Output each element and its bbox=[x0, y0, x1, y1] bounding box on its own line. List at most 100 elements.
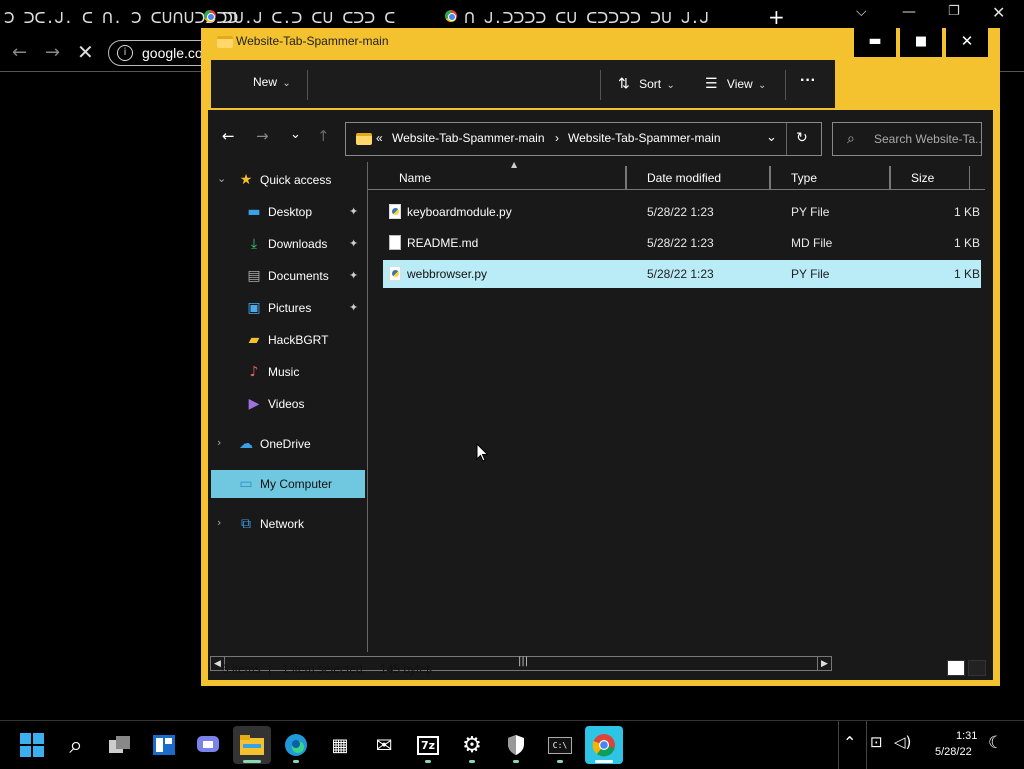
windows-start-icon[interactable] bbox=[13, 726, 51, 764]
divider bbox=[866, 721, 867, 769]
7zip-label: 7z bbox=[416, 735, 440, 755]
chrome-icon[interactable] bbox=[585, 726, 623, 764]
nav-item-videos[interactable]: ▶ Videos bbox=[211, 390, 365, 418]
nav-item-music[interactable]: ♪ Music bbox=[211, 358, 365, 386]
forward-button[interactable]: → bbox=[256, 127, 269, 145]
volume-icon[interactable]: ◁) bbox=[894, 733, 911, 751]
terminal-label: C:\ bbox=[547, 736, 573, 754]
nav-item-documents[interactable]: ▤ Documents ✦ bbox=[211, 262, 365, 290]
chevron-down-icon[interactable]: ⌄ bbox=[217, 172, 226, 185]
pin-icon: ✦ bbox=[349, 269, 359, 282]
explorer-content: ← → ⌄ ↑ « Website-Tab-Spammer-main › Web… bbox=[208, 110, 993, 680]
7zip-icon[interactable]: 7z bbox=[409, 726, 447, 764]
python-file-icon bbox=[389, 204, 401, 219]
breadcrumb-item[interactable]: Website-Tab-Spammer-main bbox=[568, 131, 721, 145]
star-icon: ★ bbox=[239, 172, 253, 188]
store-icon[interactable]: ▦ bbox=[321, 726, 359, 764]
column-header-date[interactable]: Date modified bbox=[626, 166, 770, 190]
selection-size: 145 bytes bbox=[380, 662, 433, 676]
close-button[interactable]: ✕ bbox=[946, 28, 988, 57]
column-header-type[interactable]: Type bbox=[770, 166, 890, 190]
navigation-row: ← → ⌄ ↑ « Website-Tab-Spammer-main › Web… bbox=[208, 110, 993, 162]
column-header-name[interactable]: Name bbox=[368, 166, 626, 190]
widgets-icon[interactable] bbox=[145, 726, 183, 764]
folder-icon bbox=[217, 36, 233, 48]
focus-assist-icon[interactable]: ☾ bbox=[988, 733, 1003, 753]
breadcrumb-overflow[interactable]: « bbox=[376, 131, 383, 145]
details-view-icon[interactable] bbox=[947, 660, 965, 676]
url-text[interactable]: google.co bbox=[142, 45, 203, 61]
nav-item-pictures[interactable]: ▣ Pictures ✦ bbox=[211, 294, 365, 322]
nav-item-label: Pictures bbox=[268, 301, 312, 315]
search-icon[interactable]: ⌕ bbox=[57, 726, 95, 764]
file-name: keyboardmodule.py bbox=[407, 205, 512, 219]
task-view-icon[interactable] bbox=[101, 726, 139, 764]
nav-item-network[interactable]: › ⧉ Network bbox=[211, 510, 365, 538]
minimize-button[interactable]: ▬ bbox=[854, 28, 896, 57]
terminal-icon[interactable]: C:\ bbox=[541, 726, 579, 764]
document-icon: ▤ bbox=[247, 268, 261, 284]
file-explorer-icon[interactable] bbox=[233, 726, 271, 764]
new-button[interactable]: New ⌄ bbox=[253, 75, 291, 89]
nav-item-onedrive[interactable]: › ☁ OneDrive bbox=[211, 430, 365, 458]
refresh-button[interactable]: ↻ bbox=[796, 129, 808, 146]
clock-time[interactable]: 1:31 bbox=[956, 730, 977, 742]
taskbar: ⌕ ▦ ✉ 7z ⚙ C:\ ⌃ ⊡ ◁) 1:31 5/28/22 ☾ bbox=[0, 720, 1024, 769]
maximize-button[interactable]: ■ bbox=[900, 28, 942, 57]
tab-loading-spinners[interactable]: ᑎ ᒍ.ᑐᑐᑐᑐ ᑕᑌ ᑕᑐᑐᑐᑐ ᑐᑌ ᒍ.ᒍ bbox=[464, 9, 709, 27]
chrome-tab-favicon[interactable] bbox=[204, 10, 216, 22]
browser-back-button[interactable]: ← bbox=[12, 42, 27, 63]
teams-chat-icon[interactable] bbox=[189, 726, 227, 764]
status-bar: 3 items | 1 item selected 145 bytes | bbox=[208, 658, 993, 680]
nav-item-label: Desktop bbox=[268, 205, 313, 219]
breadcrumb-separator[interactable]: › bbox=[555, 131, 559, 145]
column-header-size[interactable]: Size bbox=[890, 166, 970, 190]
recent-locations-button[interactable]: ⌄ bbox=[290, 127, 301, 142]
browser-forward-button[interactable]: → bbox=[45, 42, 60, 63]
up-button[interactable]: ↑ bbox=[317, 127, 330, 145]
network-icon[interactable]: ⊡ bbox=[870, 733, 883, 751]
chrome-tab-favicon[interactable] bbox=[445, 10, 457, 22]
tab-search-button[interactable]: ⌵ bbox=[856, 4, 867, 20]
address-bar[interactable]: « Website-Tab-Spammer-main › Website-Tab… bbox=[345, 122, 822, 156]
view-button[interactable]: ☰ View ⌄ bbox=[705, 75, 766, 92]
clock-date[interactable]: 5/28/22 bbox=[935, 746, 972, 758]
security-icon[interactable] bbox=[497, 726, 535, 764]
settings-icon[interactable]: ⚙ bbox=[453, 726, 491, 764]
back-button[interactable]: ← bbox=[222, 127, 235, 145]
running-indicator bbox=[425, 760, 431, 763]
browser-close-button[interactable]: ✕ bbox=[992, 3, 1005, 22]
tray-overflow-icon[interactable]: ⌃ bbox=[843, 733, 856, 752]
site-info-icon[interactable]: i bbox=[117, 45, 133, 61]
file-date: 5/28/22 1:23 bbox=[647, 236, 714, 250]
chevron-right-icon[interactable]: › bbox=[217, 516, 221, 529]
item-count: 3 items bbox=[222, 662, 261, 676]
more-options-button[interactable]: ··· bbox=[800, 72, 816, 90]
browser-minimize-button[interactable]: — bbox=[902, 4, 916, 20]
address-dropdown-button[interactable]: ⌄ bbox=[766, 129, 777, 145]
browser-restore-button[interactable]: ❐ bbox=[948, 4, 960, 19]
nav-item-label: Network bbox=[260, 517, 305, 531]
file-row[interactable]: README.md 5/28/22 1:23 MD File 1 KB bbox=[383, 229, 981, 257]
browser-stop-button[interactable]: ✕ bbox=[77, 40, 94, 64]
tab-loading-spinners[interactable]: Ↄ ᑐᑕ.ᒍ. ᑕ ᑎ. Ↄ ᑕᑌᑎᑌᑐᑐᑐᑐ bbox=[4, 9, 238, 27]
divider bbox=[838, 721, 839, 769]
nav-item-hackbgrt[interactable]: ▰ HackBGRT bbox=[211, 326, 365, 354]
chevron-right-icon[interactable]: › bbox=[217, 436, 221, 449]
file-row[interactable]: keyboardmodule.py 5/28/22 1:23 PY File 1… bbox=[383, 198, 981, 226]
sort-button[interactable]: ⇅ Sort ⌄ bbox=[618, 75, 675, 92]
search-input[interactable]: ⌕ Search Website-Ta... bbox=[832, 122, 982, 156]
new-tab-button[interactable]: + bbox=[768, 5, 785, 29]
file-row[interactable]: webbrowser.py 5/28/22 1:23 PY File 1 KB bbox=[383, 260, 981, 288]
search-icon: ⌕ bbox=[847, 131, 855, 147]
nav-item-downloads[interactable]: ⤓ Downloads ✦ bbox=[211, 230, 365, 258]
mail-icon[interactable]: ✉ bbox=[365, 726, 403, 764]
edge-icon[interactable] bbox=[277, 726, 315, 764]
tab-loading-spinners[interactable]: ᑐᑌ.ᒍ ᑕ.ᑐ ᑕᑌ ᑕᑐᑐ ᑕ bbox=[222, 9, 395, 27]
nav-item-quick-access[interactable]: ⌄ ★ Quick access bbox=[211, 166, 365, 194]
nav-item-label: Videos bbox=[268, 397, 305, 411]
nav-item-desktop[interactable]: ▬ Desktop ✦ bbox=[211, 198, 365, 226]
nav-item-my-computer[interactable]: ▭ My Computer bbox=[211, 470, 365, 498]
breadcrumb-item[interactable]: Website-Tab-Spammer-main bbox=[392, 131, 545, 145]
large-icons-view-icon[interactable] bbox=[968, 660, 986, 676]
